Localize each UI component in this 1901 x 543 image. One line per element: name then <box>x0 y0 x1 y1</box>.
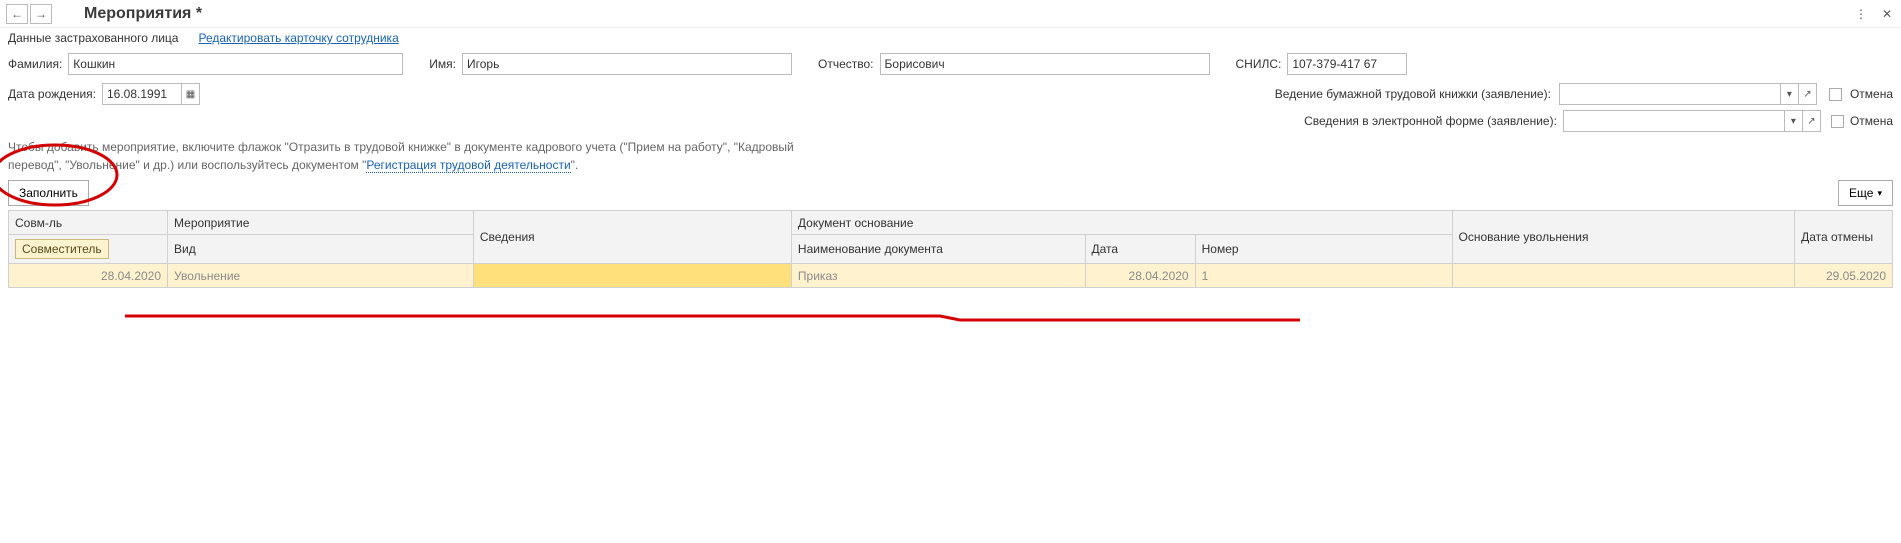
col-event[interactable]: Мероприятие <box>168 211 474 235</box>
dob-label: Дата рождения: <box>8 87 96 101</box>
dob-calendar-button[interactable]: ▦ <box>182 83 200 105</box>
edit-employee-card-link[interactable]: Редактировать карточку сотрудника <box>198 31 398 45</box>
surname-label: Фамилия: <box>8 57 62 71</box>
paper-statement-open-button[interactable]: ↗ <box>1799 83 1817 105</box>
col-cancel-date[interactable]: Дата отмены <box>1795 211 1893 264</box>
paper-statement-cancel-checkbox[interactable] <box>1829 88 1842 101</box>
page-title: Мероприятия * <box>84 5 202 23</box>
nav-forward-button[interactable]: → <box>30 4 52 24</box>
chevron-down-icon: ▾ <box>1787 89 1792 100</box>
snils-label: СНИЛС: <box>1236 57 1282 71</box>
name-input[interactable] <box>462 53 792 75</box>
open-icon: ↗ <box>1807 116 1815 127</box>
kebab-menu-icon[interactable]: ⋮ <box>1853 6 1869 22</box>
calendar-icon: ▦ <box>186 89 195 100</box>
fill-button[interactable]: Заполнить <box>8 180 89 206</box>
open-icon: ↗ <box>1803 89 1811 100</box>
snils-input[interactable] <box>1287 53 1407 75</box>
registration-activity-link[interactable]: Регистрация трудовой деятельности <box>366 158 570 173</box>
col-sovm[interactable]: Совм-ль <box>9 211 168 235</box>
dob-input[interactable] <box>102 83 182 105</box>
col-doc-date[interactable]: Дата <box>1085 235 1195 264</box>
col-doc-name[interactable]: Наименование документа <box>791 235 1085 264</box>
info-hint-text: Чтобы добавить мероприятие, включите фла… <box>0 134 830 176</box>
patronymic-label: Отчество: <box>818 57 874 71</box>
cell-dismissal-basis[interactable] <box>1452 264 1795 288</box>
table-row[interactable]: 28.04.2020 Увольнение Приказ 28.04.2020 … <box>9 264 1893 288</box>
cell-doc-number[interactable]: 1 <box>1195 264 1452 288</box>
electronic-statement-dropdown-button[interactable]: ▾ <box>1785 110 1803 132</box>
paper-statement-input[interactable] <box>1559 83 1781 105</box>
chevron-down-icon: ▾ <box>1791 116 1796 127</box>
events-table: Совм-ль Мероприятие Сведения Документ ос… <box>8 210 1893 288</box>
paper-statement-cancel-label: Отмена <box>1850 87 1893 101</box>
cell-cancel-date[interactable]: 29.05.2020 <box>1795 264 1893 288</box>
electronic-statement-input[interactable] <box>1563 110 1785 132</box>
cell-details[interactable] <box>473 264 791 288</box>
cell-date[interactable]: 28.04.2020 <box>9 264 168 288</box>
name-label: Имя: <box>429 57 456 71</box>
nav-back-button[interactable]: ← <box>6 4 28 24</box>
cell-doc-date[interactable]: 28.04.2020 <box>1085 264 1195 288</box>
cell-kind[interactable]: Увольнение <box>168 264 474 288</box>
col-dismissal-basis[interactable]: Основание увольнения <box>1452 211 1795 264</box>
more-button[interactable]: Еще <box>1838 180 1893 206</box>
insured-data-label: Данные застрахованного лица <box>8 31 178 45</box>
cell-doc-name[interactable]: Приказ <box>791 264 1085 288</box>
col-details[interactable]: Сведения <box>473 211 791 264</box>
col-basis-doc[interactable]: Документ основание <box>791 211 1452 235</box>
paper-statement-label: Ведение бумажной трудовой книжки (заявле… <box>1275 87 1551 101</box>
close-icon[interactable]: ✕ <box>1879 6 1895 22</box>
electronic-statement-open-button[interactable]: ↗ <box>1803 110 1821 132</box>
electronic-statement-cancel-label: Отмена <box>1850 114 1893 128</box>
col-sovm-sub[interactable]: Совместитель <box>9 235 168 264</box>
patronymic-input[interactable] <box>880 53 1210 75</box>
col-doc-number[interactable]: Номер <box>1195 235 1452 264</box>
col-kind[interactable]: Вид <box>168 235 474 264</box>
paper-statement-dropdown-button[interactable]: ▾ <box>1781 83 1799 105</box>
electronic-statement-cancel-checkbox[interactable] <box>1831 115 1844 128</box>
sovm-tag: Совместитель <box>15 239 109 259</box>
electronic-statement-label: Сведения в электронной форме (заявление)… <box>1304 114 1557 128</box>
surname-input[interactable] <box>68 53 403 75</box>
